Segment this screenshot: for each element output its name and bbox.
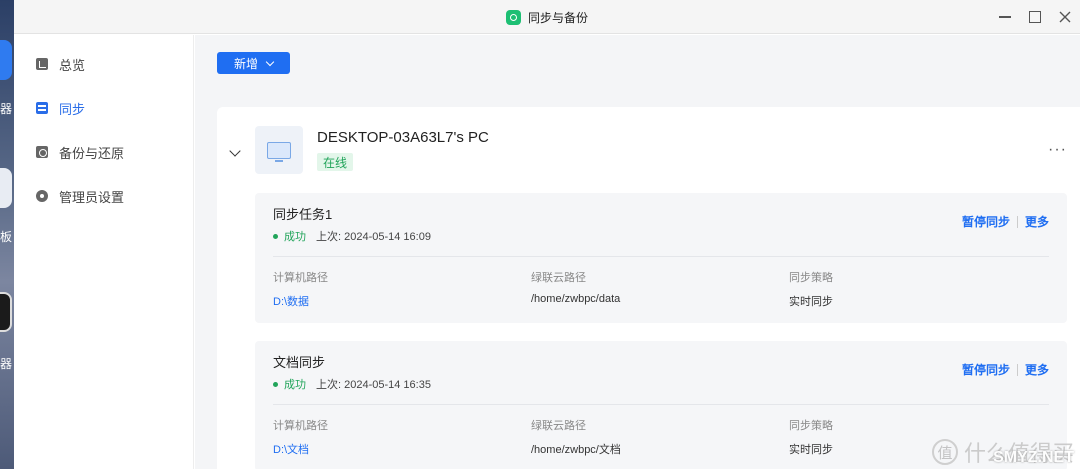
status-text: 成功 (284, 379, 306, 391)
online-status-badge: 在线 (317, 153, 354, 171)
close-icon (1059, 11, 1071, 23)
pause-sync-button[interactable]: 暂停同步 (962, 213, 1010, 230)
main-content: 新增 DESKTOP-03A63L7's PC 在线 ··· 同步任务1 成功 … (195, 35, 1080, 469)
watermark-site: SMYZ.NET (993, 449, 1074, 466)
desktop-background: 器 板 器 (0, 0, 14, 469)
cloud-path-value: /home/zwbpc/文档 (531, 444, 621, 456)
sidebar-item-overview[interactable]: 总览 (14, 42, 194, 86)
backup-icon (36, 146, 48, 158)
watermark: 值 什么值得买 SMYZ.NET (931, 439, 1074, 466)
minimize-button[interactable] (990, 0, 1020, 34)
last-run-time: 上次: 2024-05-14 16:09 (316, 231, 431, 243)
sync-policy-value: 实时同步 (789, 296, 833, 308)
chevron-down-icon (265, 57, 275, 66)
more-button[interactable]: 更多 (1025, 213, 1049, 230)
more-button[interactable]: 更多 (1025, 361, 1049, 378)
sidebar-item-sync[interactable]: 同步 (14, 86, 194, 130)
device-name: DESKTOP-03A63L7's PC (317, 129, 489, 146)
add-new-button[interactable]: 新增 (217, 52, 290, 74)
computer-path-link[interactable]: D:\文档 (273, 441, 328, 457)
divider (273, 404, 1049, 405)
sidebar-item-admin-settings[interactable]: 管理员设置 (14, 174, 194, 218)
sync-app-icon (505, 9, 521, 25)
cloud-path-value: /home/zwbpc/data (531, 293, 621, 305)
success-dot-icon (273, 233, 278, 239)
success-dot-icon (273, 381, 278, 387)
divider (273, 256, 1049, 257)
sync-icon (36, 102, 48, 114)
pause-sync-button[interactable]: 暂停同步 (962, 361, 1010, 378)
collapse-chevron-icon[interactable] (229, 145, 241, 157)
desktop-icon-label: 器 (0, 357, 13, 371)
cloud-path-label: 绿联云路径 (531, 272, 586, 284)
desktop-app-icon[interactable] (0, 292, 12, 332)
desktop-icon-label: 板 (0, 230, 13, 244)
sync-policy-label: 同步策略 (789, 420, 833, 432)
computer-path-link[interactable]: D:\数据 (273, 293, 328, 309)
close-button[interactable] (1050, 0, 1080, 34)
sidebar-item-label: 备份与还原 (59, 145, 125, 161)
task-name: 文档同步 (273, 355, 326, 370)
cloud-path-label: 绿联云路径 (531, 420, 586, 432)
sync-policy-value: 实时同步 (789, 444, 833, 456)
watermark-logo-icon: 值 (931, 439, 958, 465)
sync-policy-label: 同步策略 (789, 272, 833, 284)
sidebar-item-label: 总览 (59, 57, 86, 73)
task-status: 成功 上次: 2024-05-14 16:09 (273, 228, 431, 244)
computer-path-label: 计算机路径 (273, 420, 328, 432)
admin-settings-icon (36, 190, 48, 202)
sync-task-card: 同步任务1 成功 上次: 2024-05-14 16:09 暂停同步 更多 计算… (255, 193, 1067, 323)
desktop-app-icon[interactable] (0, 168, 12, 208)
task-status: 成功 上次: 2024-05-14 16:35 (273, 376, 431, 392)
sidebar-item-backup-restore[interactable]: 备份与还原 (14, 130, 194, 174)
maximize-button[interactable] (1020, 0, 1050, 34)
more-options-icon[interactable]: ··· (1048, 141, 1067, 159)
sidebar: 总览 同步 备份与还原 管理员设置 (14, 35, 194, 469)
task-name: 同步任务1 (273, 207, 333, 222)
sidebar-item-label: 同步 (59, 101, 86, 117)
overview-icon (36, 58, 48, 70)
sidebar-item-label: 管理员设置 (59, 189, 125, 205)
last-run-time: 上次: 2024-05-14 16:35 (316, 379, 431, 391)
desktop-app-icon[interactable] (0, 40, 12, 80)
status-text: 成功 (284, 231, 306, 243)
desktop-icon-label: 器 (0, 102, 13, 116)
device-card: DESKTOP-03A63L7's PC 在线 ··· 同步任务1 成功 上次:… (217, 107, 1080, 469)
add-new-label: 新增 (233, 56, 258, 71)
window-title: 同步与备份 (527, 10, 588, 25)
action-divider (1016, 215, 1018, 228)
computer-icon (255, 126, 303, 174)
action-divider (1016, 363, 1018, 376)
app-window: 同步与备份 总览 同步 备份与还原 管理员设置 新增 DESKTOP-03A63… (14, 0, 1080, 469)
computer-path-label: 计算机路径 (273, 272, 328, 284)
title-bar[interactable]: 同步与备份 (14, 0, 1080, 34)
